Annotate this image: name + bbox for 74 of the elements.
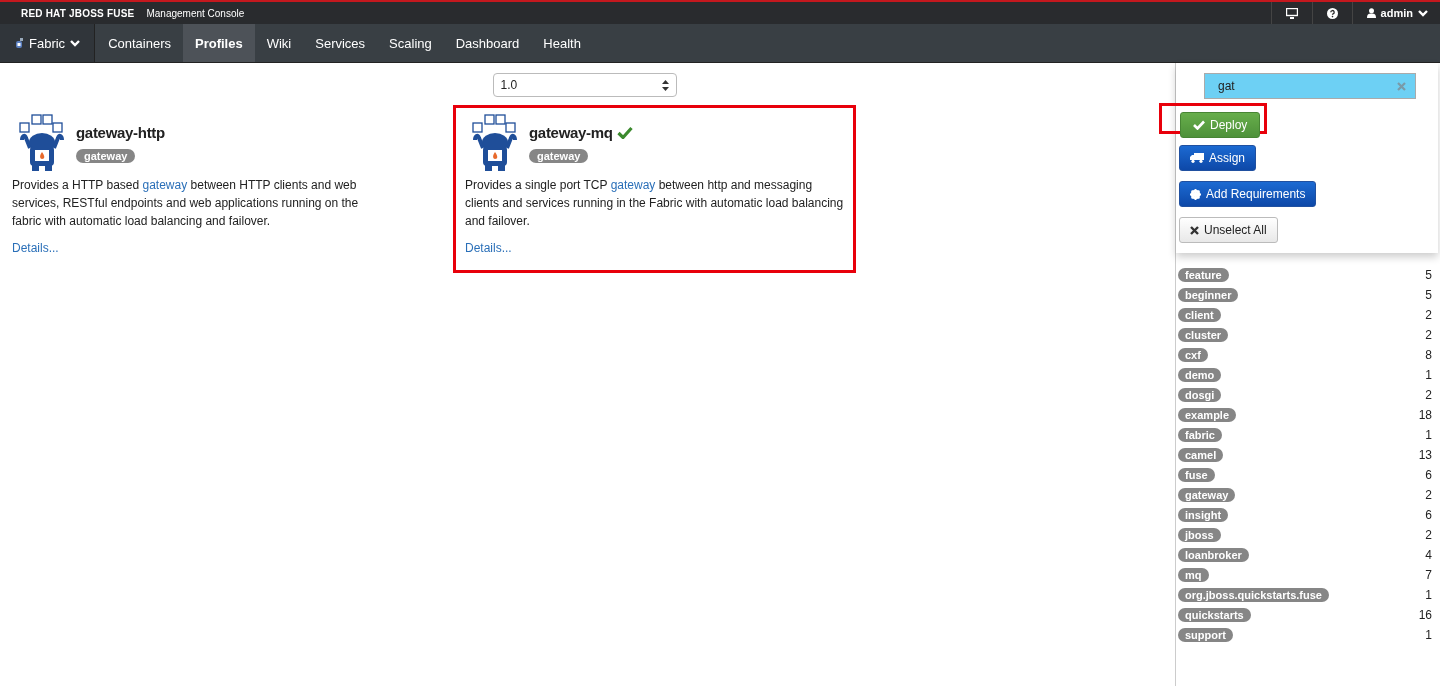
- tag-label[interactable]: beginner: [1178, 288, 1239, 302]
- tag-count: 2: [1425, 388, 1432, 402]
- tag-count: 6: [1425, 508, 1432, 522]
- tag-label[interactable]: demo: [1178, 368, 1222, 382]
- profile-description: Provides a HTTP based gateway between HTTP clients and web services, RESTful endpoints and web applications running on the fabric with automatic load balancing and failover.: [12, 177, 360, 230]
- link[interactable]: gateway: [610, 178, 656, 192]
- nav-tab[interactable]: Dashboard: [443, 24, 532, 62]
- nav-tab[interactable]: Wiki: [254, 24, 304, 62]
- tag-count: 1: [1425, 368, 1432, 382]
- tag-label[interactable]: gateway: [529, 149, 589, 163]
- console-title: Management Console: [146, 7, 245, 19]
- tag-label[interactable]: gateway: [76, 149, 136, 163]
- add-requirements-button[interactable]: Add Requirements: [1179, 181, 1317, 207]
- close-icon: [1190, 225, 1199, 235]
- details-link[interactable]: Details...: [465, 241, 512, 255]
- profile-name[interactable]: gateway-mq: [529, 124, 613, 141]
- tag-count: 2: [1425, 528, 1432, 542]
- tag-count: 2: [1425, 308, 1432, 322]
- tag-count: 2: [1425, 328, 1432, 342]
- help-icon: [1326, 7, 1338, 19]
- tag-label[interactable]: support: [1178, 628, 1233, 642]
- link[interactable]: gateway: [142, 178, 188, 192]
- chevron-down-icon: [70, 39, 81, 47]
- tag-count: 16: [1418, 608, 1432, 622]
- tag-label[interactable]: feature: [1178, 268, 1229, 282]
- fabric-menu[interactable]: Fabric: [0, 24, 96, 62]
- tag-count: 1: [1425, 628, 1432, 642]
- assign-button[interactable]: Assign: [1179, 145, 1257, 171]
- tag-count: 5: [1425, 268, 1432, 282]
- unselect-all-button[interactable]: Unselect All: [1179, 217, 1278, 243]
- profile-name[interactable]: gateway-http: [76, 124, 165, 141]
- checkmark-icon: [1193, 120, 1205, 130]
- tag-count: 1: [1425, 428, 1432, 442]
- nav-tab[interactable]: Scaling: [377, 24, 444, 62]
- nav-tab[interactable]: Services: [303, 24, 378, 62]
- tag-label[interactable]: fuse: [1178, 468, 1215, 482]
- tag-label[interactable]: camel: [1178, 448, 1224, 462]
- tag-count: 6: [1425, 468, 1432, 482]
- tag-label[interactable]: client: [1178, 308, 1221, 322]
- tag-count: 7: [1425, 568, 1432, 582]
- tag-label[interactable]: cxf: [1178, 348, 1208, 362]
- nav-tab[interactable]: Health: [531, 24, 593, 62]
- tag-count: 13: [1418, 448, 1432, 462]
- deploy-button[interactable]: Deploy: [1180, 112, 1261, 138]
- monitor-icon: [1285, 7, 1298, 19]
- tag-label[interactable]: gateway: [1178, 488, 1236, 502]
- tag-count: 8: [1425, 348, 1432, 362]
- chevron-down-icon: [1418, 9, 1428, 17]
- tag-count: 4: [1425, 548, 1432, 562]
- tag-count: 2: [1425, 488, 1432, 502]
- tag-label[interactable]: org.jboss.quickstarts.fuse: [1178, 588, 1329, 602]
- updown-icon: [661, 79, 669, 91]
- filter-field[interactable]: gat: [1204, 73, 1416, 99]
- tag-label[interactable]: insight: [1178, 508, 1229, 522]
- tag-label[interactable]: cluster: [1178, 328, 1229, 342]
- tag-count: 18: [1418, 408, 1432, 422]
- tag-count: 1: [1425, 588, 1432, 602]
- mascot-icon: [14, 38, 24, 48]
- nav-tab[interactable]: Containers: [96, 24, 183, 62]
- user-icon: [1366, 8, 1376, 18]
- profile-description: Provides a single port TCP gateway between http and messaging clients and services running in the Fabric with automatic load balancing and failover.: [465, 177, 845, 230]
- nav-tab[interactable]: Profiles: [183, 24, 255, 62]
- truck-icon: [1190, 153, 1204, 163]
- tag-label[interactable]: fabric: [1178, 428, 1222, 442]
- tag-label[interactable]: example: [1178, 408, 1237, 422]
- tag-label[interactable]: mq: [1178, 568, 1209, 582]
- tag-label[interactable]: jboss: [1178, 528, 1221, 542]
- tag-label[interactable]: dosgi: [1178, 388, 1222, 402]
- tag-count: 5: [1425, 288, 1432, 302]
- brand-logo: RED HAT JBOSS FUSE: [21, 7, 135, 19]
- tag-label[interactable]: quickstarts: [1178, 608, 1251, 622]
- tag-label[interactable]: loanbroker: [1178, 548, 1249, 562]
- version-select[interactable]: 1.0: [492, 73, 677, 97]
- details-link[interactable]: Details...: [12, 241, 59, 255]
